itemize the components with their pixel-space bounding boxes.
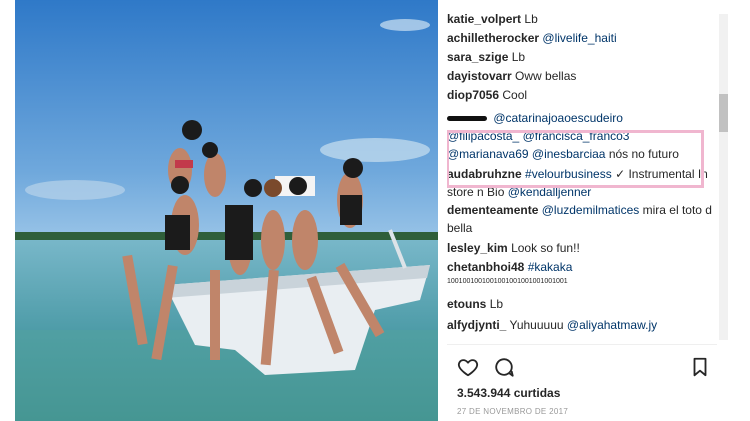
comment: achilletherocker @livelife_haiti (447, 29, 717, 48)
comment: etouns Lb (447, 295, 717, 314)
heart-icon[interactable] (457, 356, 479, 378)
comment: sara_szige Lb (447, 48, 717, 67)
comment-mention[interactable]: @livelife_haiti (542, 31, 616, 45)
comment-subtext: 1001001001001001001001001001001 (447, 278, 568, 285)
comment: alfydjynti_ Yuhuuuuu @aliyahatmaw.jy (447, 316, 717, 335)
comments-list[interactable]: katie_volpert Lb achilletherocker @livel… (447, 10, 717, 350)
comment-username[interactable]: katie_volpert (447, 12, 521, 26)
comment-username[interactable]: achilletherocker (447, 31, 539, 45)
bookmark-icon[interactable] (689, 356, 711, 378)
post-actions (457, 356, 712, 382)
comment-mention[interactable]: @catarinajoaoescudeiro (493, 111, 623, 125)
comments-scroll-thumb[interactable] (719, 94, 728, 132)
comment-text: Look so fun!! (511, 241, 580, 255)
comment-text: Oww bellas (515, 69, 577, 83)
comment: lesley_kim Look so fun!! (447, 239, 717, 258)
post-date: 27 DE NOVEMBRO DE 2017 (457, 407, 569, 416)
beach-boat-photo (15, 0, 438, 421)
comment-username[interactable]: dementeamente (447, 203, 538, 217)
comment-username[interactable]: dayistovarr (447, 69, 512, 83)
comment: dementeamente @luzdemilmatices mira el t… (447, 201, 717, 237)
comment-highlight-box (447, 130, 704, 188)
comment-text: Cool (502, 88, 528, 102)
comment-mention[interactable]: @aliyahatmaw.jy (567, 318, 657, 332)
comment-text: Lb (511, 50, 526, 64)
comment-icon[interactable] (493, 356, 515, 378)
comments-panel: katie_volpert Lb achilletherocker @livel… (447, 0, 747, 421)
comments-scrollbar[interactable] (719, 14, 728, 340)
comment: dayistovarr Oww bellas (447, 67, 717, 86)
comment-mention[interactable]: @luzdemilmatices (542, 203, 640, 217)
comment-username[interactable]: etouns (447, 297, 486, 311)
comment-text: Lb (489, 297, 504, 311)
redacted-username (447, 116, 487, 122)
likes-count[interactable]: 3.543.944 curtidas (457, 386, 560, 400)
comment: katie_volpert Lb (447, 10, 717, 29)
comment-username[interactable]: alfydjynti_ (447, 318, 506, 332)
post-photo[interactable] (15, 0, 438, 421)
comment-username[interactable]: sara_szige (447, 50, 508, 64)
comment-username[interactable]: chetanbhoi48 (447, 260, 524, 274)
comment-username[interactable]: lesley_kim (447, 241, 508, 255)
comment-text: Yuhuuuuu (509, 318, 564, 332)
comment: chetanbhoi48 #kakaka 1001001001001001001… (447, 258, 717, 287)
comment: diop7056 Cool (447, 86, 717, 105)
comment-text: Lb (524, 12, 538, 26)
divider (447, 344, 717, 345)
comment-hashtag[interactable]: #kakaka (528, 260, 573, 274)
comment-username[interactable]: diop7056 (447, 88, 499, 102)
